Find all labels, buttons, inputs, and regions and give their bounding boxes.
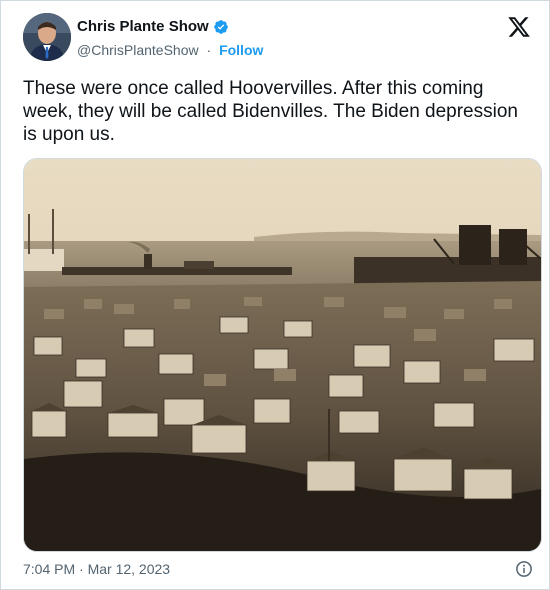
tweet-photo[interactable] xyxy=(23,158,542,552)
handle-separator: · xyxy=(206,42,212,58)
info-icon[interactable] xyxy=(515,560,533,578)
tweet-text: These were once called Hoovervilles. Aft… xyxy=(23,78,524,145)
author-display-name[interactable]: Chris Plante Show xyxy=(77,18,209,35)
author-handle-row: @ChrisPlanteShow · Follow xyxy=(77,42,263,58)
author-name-row: Chris Plante Show xyxy=(77,18,229,35)
avatar[interactable] xyxy=(23,13,71,61)
verified-badge-icon xyxy=(213,19,229,35)
historical-shantytown-photo xyxy=(24,159,541,551)
author-handle[interactable]: @ChrisPlanteShow xyxy=(77,42,199,58)
follow-button[interactable]: Follow xyxy=(219,42,263,58)
x-logo-icon[interactable] xyxy=(507,15,531,39)
tweet-card: Chris Plante Show @ChrisPlanteShow · Fol… xyxy=(0,0,550,590)
avatar-image xyxy=(23,13,71,61)
tweet-timestamp[interactable]: 7:04 PM · Mar 12, 2023 xyxy=(23,561,170,577)
